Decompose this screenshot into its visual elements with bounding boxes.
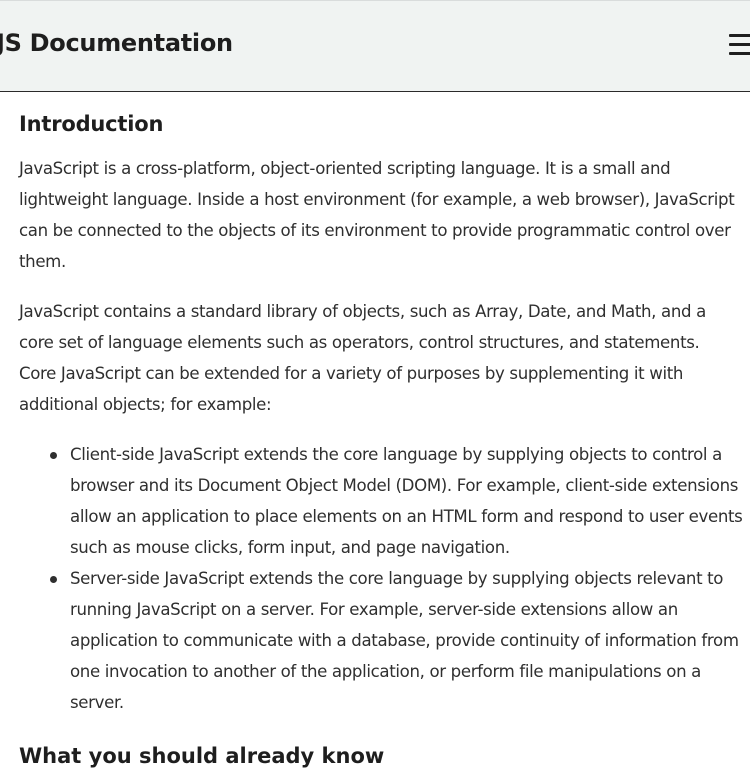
top-header: JS Documentation	[0, 0, 750, 92]
list-item: Server-side JavaScript extends the core …	[19, 563, 750, 718]
menu-bar-top	[729, 34, 750, 37]
list-item-text: Server-side JavaScript extends the core …	[70, 569, 739, 712]
list-item-text: Client-side JavaScript extends the core …	[70, 445, 743, 557]
menu-bar-middle	[729, 43, 750, 46]
site-title[interactable]: JS Documentation	[0, 25, 233, 61]
library-paragraph: JavaScript contains a standard library o…	[19, 302, 706, 414]
menu-button[interactable]	[729, 31, 750, 59]
next-section-title: What you should already know	[19, 744, 385, 768]
feature-list: Client-side JavaScript extends the core …	[19, 439, 750, 718]
intro-paragraph: JavaScript is a cross-platform, object-o…	[19, 159, 735, 271]
menu-bar-bottom	[729, 52, 750, 55]
bullet-icon	[50, 576, 57, 583]
list-item: Client-side JavaScript extends the core …	[19, 439, 750, 563]
bullet-icon	[50, 452, 57, 459]
main-content: Introduction JavaScript is a cross-platf…	[19, 106, 750, 718]
section-title: Introduction	[19, 112, 164, 136]
